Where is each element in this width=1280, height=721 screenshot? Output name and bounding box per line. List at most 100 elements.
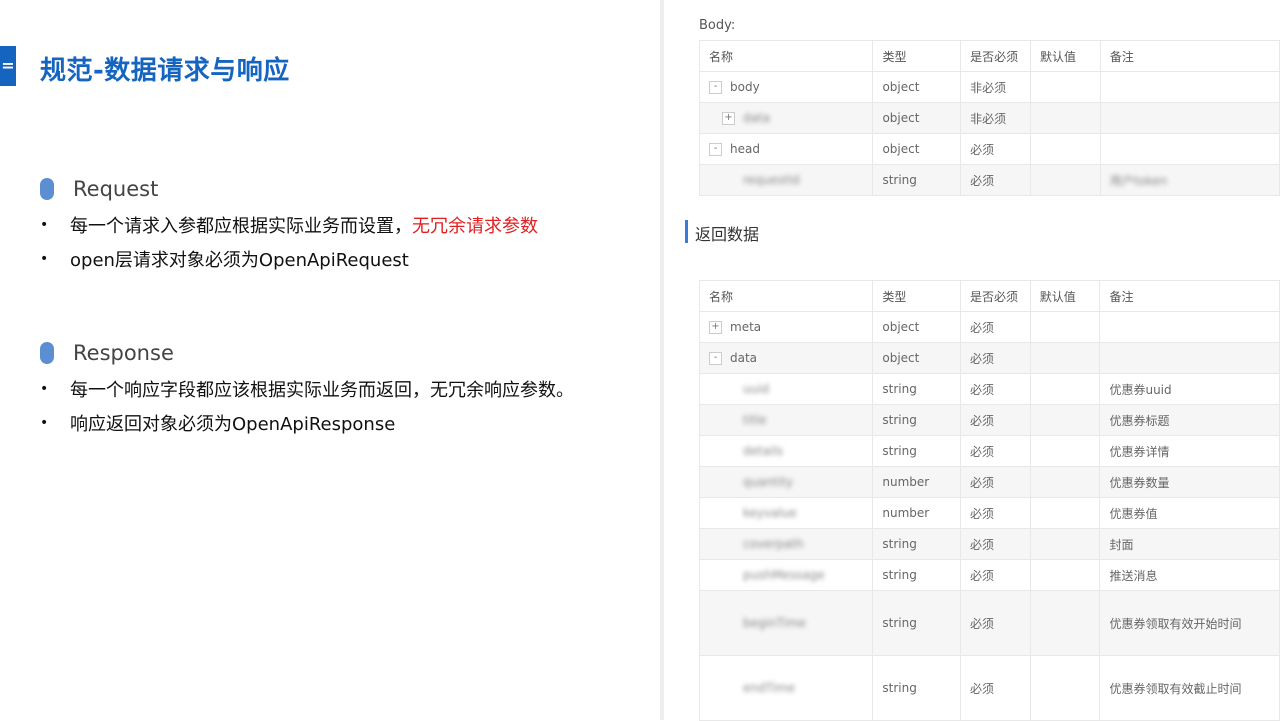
- body-params-table: 名称 类型 是否必须 默认值 备注 - body object 非必须 + data obj…: [698, 40, 1280, 196]
- expand-icon[interactable]: +: [709, 321, 722, 334]
- cell-default: [1029, 311, 1101, 343]
- cell-note: [1099, 71, 1280, 103]
- cell-default: [1029, 342, 1101, 374]
- col-header-note: 备注: [1099, 40, 1280, 72]
- cell-default: [1029, 590, 1101, 656]
- col-header-default: 默认值: [1030, 40, 1101, 72]
- response-bullet: • 每一个响应字段都应该根据实际业务而返回，无冗余响应参数。: [40, 376, 574, 402]
- cell-note: 优惠券领取有效开始时间: [1099, 590, 1280, 656]
- field-name: uuid: [743, 382, 770, 396]
- cell-note: 优惠券领取有效截止时间: [1099, 655, 1280, 721]
- cell-note: 封面: [1099, 528, 1280, 560]
- bullet-highlight: 无冗余请求参数: [412, 216, 538, 237]
- table-row: keyvalue number 必须 优惠券值: [698, 497, 1280, 529]
- cell-type: number: [872, 466, 961, 498]
- cell-required: 必须: [960, 133, 1032, 165]
- table-row: - data object 必须: [698, 342, 1280, 374]
- cell-name: title: [698, 404, 874, 436]
- collapse-icon[interactable]: -: [709, 352, 722, 365]
- table-row: title string 必须 优惠券标题: [698, 404, 1280, 436]
- cell-type: string: [872, 435, 961, 467]
- table-row: quantity number 必须 优惠券数量: [698, 466, 1280, 498]
- cell-required: 必须: [959, 404, 1031, 436]
- request-bullet: • open层请求对象必须为OpenApiRequest: [40, 246, 409, 272]
- cell-type: object: [872, 102, 962, 134]
- cell-default: [1029, 404, 1101, 436]
- cell-default: [1030, 71, 1101, 103]
- pill-icon: [40, 178, 54, 200]
- field-name: beginTime: [743, 616, 806, 630]
- cell-required: 必须: [959, 342, 1031, 374]
- cell-required: 必须: [959, 497, 1031, 529]
- field-name: details: [743, 444, 783, 458]
- cell-required: 必须: [959, 559, 1031, 591]
- body-label: Body:: [699, 18, 736, 33]
- request-title: Request: [73, 177, 159, 201]
- bullet-icon: •: [40, 415, 49, 431]
- cell-type: string: [872, 164, 962, 196]
- cell-default: [1029, 559, 1101, 591]
- field-name: pushMessage: [743, 568, 825, 582]
- cell-name: beginTime: [698, 590, 874, 656]
- field-name: quantity: [743, 475, 794, 489]
- table-row: - head object 必须: [698, 133, 1280, 165]
- cell-note: 优惠券数量: [1099, 466, 1280, 498]
- api-doc-panel: Body: 名称 类型 是否必须 默认值 备注 - body object 非必须 + d…: [664, 0, 1280, 721]
- cell-default: [1029, 373, 1101, 405]
- cell-note: [1099, 311, 1280, 343]
- table-row: coverpath string 必须 封面: [698, 528, 1280, 560]
- table-row: beginTime string 必须 优惠券领取有效开始时间: [698, 590, 1280, 656]
- cell-required: 必须: [959, 528, 1031, 560]
- request-section-header: Request: [40, 177, 158, 201]
- field-name: coverpath: [743, 537, 804, 551]
- cell-name: + data: [698, 102, 874, 134]
- cell-required: 非必须: [960, 102, 1032, 134]
- bullet-icon: •: [40, 251, 49, 267]
- cell-required: 必须: [959, 435, 1031, 467]
- field-name: keyvalue: [743, 506, 797, 520]
- table-header-row: 名称 类型 是否必须 默认值 备注: [698, 40, 1280, 72]
- request-bullet: • 每一个请求入参都应根据实际业务而设置， 无冗余请求参数: [40, 212, 538, 238]
- cell-note: 优惠券详情: [1099, 435, 1280, 467]
- cell-name: pushMessage: [698, 559, 874, 591]
- cell-required: 必须: [959, 590, 1031, 656]
- field-name: endTime: [743, 681, 795, 695]
- note-text: 用户token: [1109, 173, 1168, 188]
- collapse-icon[interactable]: -: [709, 143, 722, 156]
- col-header-name: 名称: [698, 40, 874, 72]
- cell-default: [1029, 435, 1101, 467]
- table-row: details string 必须 优惠券详情: [698, 435, 1280, 467]
- cell-note: [1099, 102, 1280, 134]
- field-name: body: [730, 80, 760, 94]
- table-row: - body object 非必须: [698, 71, 1280, 103]
- table-row: pushMessage string 必须 推送消息: [698, 559, 1280, 591]
- collapse-icon[interactable]: -: [709, 81, 722, 94]
- cell-default: [1030, 133, 1101, 165]
- col-header-name: 名称: [698, 280, 874, 312]
- response-title: Response: [73, 341, 174, 365]
- cell-note: 推送消息: [1099, 559, 1280, 591]
- cell-name: quantity: [698, 466, 874, 498]
- response-bullet: • 响应返回对象必须为OpenApiResponse: [40, 410, 395, 436]
- col-header-required: 是否必须: [959, 280, 1031, 312]
- return-params-table: 名称 类型 是否必须 默认值 备注 + meta object 必须 - data obje…: [698, 280, 1280, 721]
- cell-type: number: [872, 497, 961, 529]
- cell-note: 优惠券值: [1099, 497, 1280, 529]
- cell-default: [1029, 466, 1101, 498]
- cell-default: [1029, 528, 1101, 560]
- cell-name: coverpath: [698, 528, 874, 560]
- col-header-note: 备注: [1099, 280, 1280, 312]
- section-bar: [685, 220, 688, 243]
- cell-name: - head: [698, 133, 874, 165]
- table-header-row: 名称 类型 是否必须 默认值 备注: [698, 280, 1280, 312]
- cell-type: string: [872, 373, 961, 405]
- return-data-label: 返回数据: [695, 225, 760, 244]
- cell-type: object: [872, 71, 962, 103]
- bullet-icon: •: [40, 381, 49, 397]
- cell-name: - data: [698, 342, 874, 374]
- col-header-type: 类型: [872, 280, 961, 312]
- cell-name: requestId: [698, 164, 874, 196]
- expand-icon[interactable]: +: [722, 112, 735, 125]
- bullet-text: 每一个响应字段都应该根据实际业务而返回，无冗余响应参数。: [70, 380, 574, 401]
- bullet-icon: •: [40, 217, 49, 233]
